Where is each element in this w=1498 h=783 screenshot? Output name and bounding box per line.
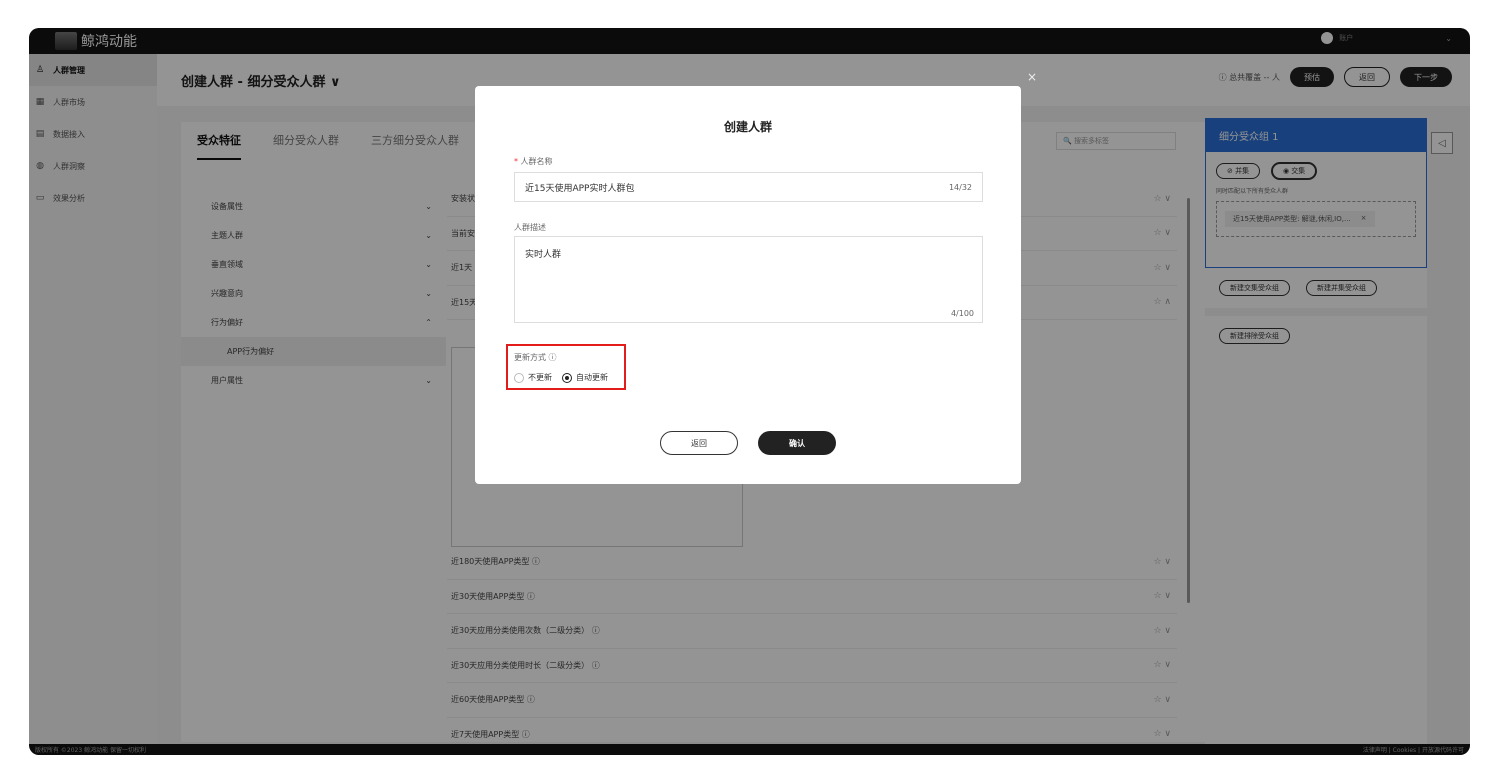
- audience-name-value: 近15天使用APP实时人群包: [525, 183, 635, 194]
- dialog-confirm-button[interactable]: 确认: [758, 431, 836, 455]
- app-window: 鲸鸿动能 账户 ⌄ ♙ 人群管理 ▦ 人群市场 ▤ 数据接入 ◍ 人群洞察 ▭ …: [29, 28, 1470, 755]
- update-mode-radio-group: 不更新 自动更新: [514, 372, 608, 383]
- description-value: 实时人群: [525, 250, 562, 260]
- update-mode-label: 更新方式 ⓘ: [514, 353, 557, 362]
- radio-no-update[interactable]: 不更新: [514, 372, 552, 383]
- modal-overlay[interactable]: × 创建人群 * 人群名称 近15天使用APP实时人群包 14/32 人群描述 …: [29, 28, 1470, 755]
- create-audience-dialog: 创建人群 * 人群名称 近15天使用APP实时人群包 14/32 人群描述 实时…: [475, 86, 1021, 484]
- dialog-back-button[interactable]: 返回: [660, 431, 738, 455]
- char-count: 14/32: [948, 182, 972, 192]
- audience-name-input[interactable]: 近15天使用APP实时人群包 14/32: [514, 172, 983, 202]
- required-marker: *: [514, 157, 518, 166]
- audience-description-textarea[interactable]: 实时人群 4/100: [514, 236, 983, 323]
- char-count: 4/100: [950, 309, 974, 318]
- name-label-text: 人群名称: [520, 157, 553, 166]
- radio-label: 自动更新: [576, 373, 608, 382]
- highlight-box: [506, 344, 626, 390]
- close-icon[interactable]: ×: [1027, 70, 1037, 84]
- desc-field-label: 人群描述: [514, 223, 546, 232]
- radio-checked-icon: [562, 372, 572, 383]
- dialog-title: 创建人群: [723, 120, 772, 134]
- name-field-label: * 人群名称: [514, 156, 553, 167]
- radio-icon: [514, 372, 524, 383]
- radio-auto-update[interactable]: 自动更新: [562, 372, 608, 383]
- radio-label: 不更新: [528, 373, 552, 382]
